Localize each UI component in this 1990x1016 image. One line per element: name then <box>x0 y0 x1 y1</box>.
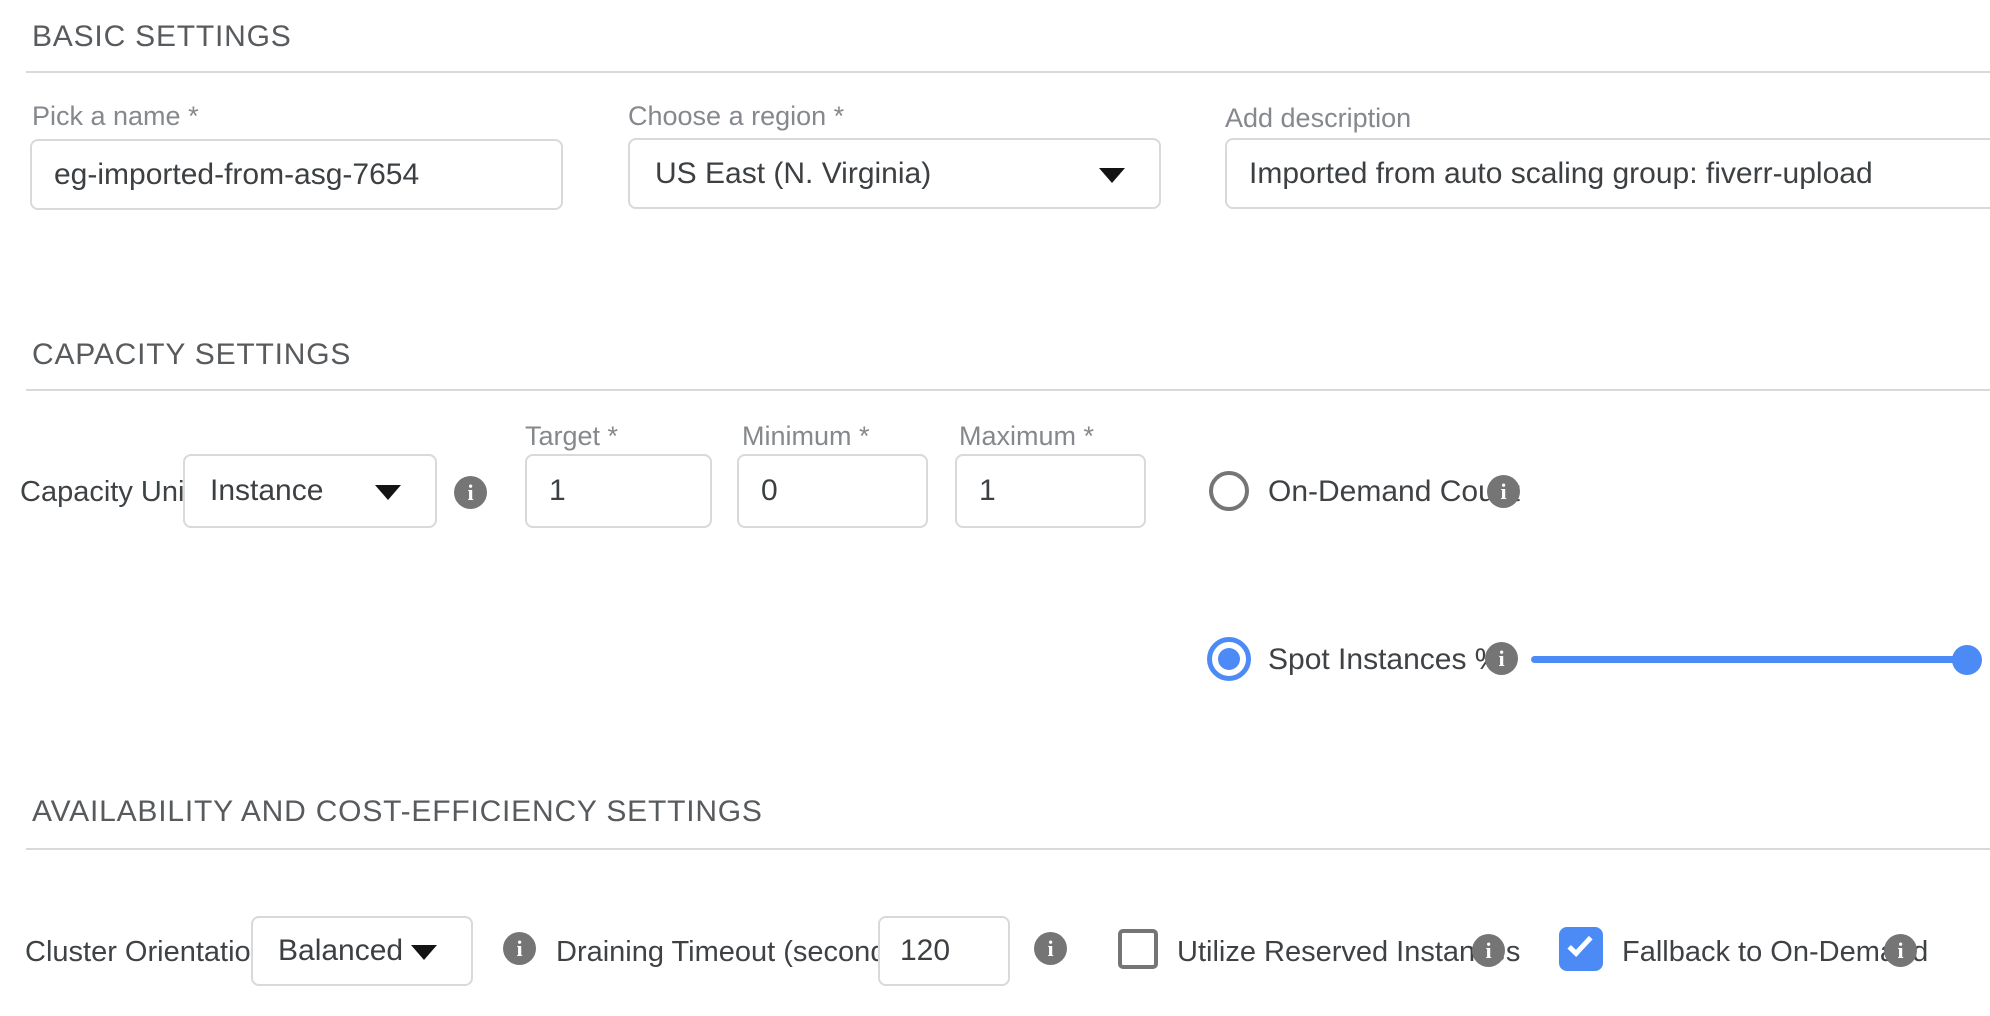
utilize-reserved-instances-checkbox[interactable] <box>1118 929 1158 969</box>
capacity-settings-divider <box>26 389 1990 391</box>
description-input[interactable] <box>1225 138 1990 209</box>
region-select-value: US East (N. Virginia) <box>630 157 931 191</box>
capacity-settings-title: CAPACITY SETTINGS <box>32 338 351 372</box>
target-field-label: Target * <box>525 421 618 452</box>
on-demand-info-icon[interactable]: i <box>1487 475 1520 508</box>
chevron-down-icon <box>1099 168 1125 183</box>
checkmark-icon <box>1567 931 1592 957</box>
capacity-unit-select-value: Instance <box>185 474 323 508</box>
cluster-orientation-label: Cluster Orientation <box>25 936 267 968</box>
radio-dot <box>1218 648 1240 670</box>
draining-timeout-info-icon[interactable]: i <box>1034 932 1067 965</box>
settings-form: BASIC SETTINGS Pick a name * Choose a re… <box>0 0 1990 1016</box>
minimum-field-label: Minimum * <box>742 421 870 452</box>
minimum-input[interactable] <box>737 454 928 528</box>
capacity-unit-select[interactable]: Instance <box>183 454 437 528</box>
region-field-label: Choose a region * <box>628 101 844 132</box>
chevron-down-icon <box>411 945 437 960</box>
draining-timeout-label: Draining Timeout (seconds) <box>556 936 911 968</box>
basic-settings-title: BASIC SETTINGS <box>32 20 292 54</box>
cluster-orientation-info-icon[interactable]: i <box>503 932 536 965</box>
utilize-reserved-instances-label: Utilize Reserved Instances <box>1177 936 1520 968</box>
basic-settings-divider <box>26 71 1990 73</box>
fallback-to-on-demand-label: Fallback to On-Demand <box>1622 936 1928 968</box>
spot-percentage-slider-thumb[interactable] <box>1952 645 1982 675</box>
spot-instances-radio[interactable] <box>1207 637 1251 681</box>
target-input[interactable] <box>525 454 712 528</box>
capacity-unit-label: Capacity Unit <box>20 476 192 508</box>
spot-instances-label: Spot Instances % <box>1268 644 1501 676</box>
spot-percentage-slider-track[interactable] <box>1531 656 1968 663</box>
availability-settings-divider <box>26 848 1990 850</box>
spot-instances-info-icon[interactable]: i <box>1485 642 1518 675</box>
draining-timeout-input[interactable] <box>878 916 1010 986</box>
on-demand-count-radio[interactable] <box>1209 471 1249 511</box>
fallback-to-on-demand-checkbox[interactable] <box>1559 927 1603 971</box>
on-demand-count-label: On-Demand Count <box>1268 476 1520 508</box>
maximum-field-label: Maximum * <box>959 421 1094 452</box>
name-field-label: Pick a name * <box>32 101 199 132</box>
capacity-unit-info-icon[interactable]: i <box>454 476 487 509</box>
maximum-input[interactable] <box>955 454 1146 528</box>
chevron-down-icon <box>375 485 401 500</box>
availability-settings-title: AVAILABILITY AND COST-EFFICIENCY SETTING… <box>32 795 763 829</box>
region-select[interactable]: US East (N. Virginia) <box>628 138 1161 209</box>
cluster-orientation-select[interactable]: Balanced <box>251 916 473 986</box>
name-input[interactable] <box>30 139 563 210</box>
description-field-label: Add description <box>1225 103 1411 134</box>
fallback-info-icon[interactable]: i <box>1884 934 1917 967</box>
utilize-reserved-info-icon[interactable]: i <box>1472 934 1505 967</box>
cluster-orientation-select-value: Balanced <box>253 934 403 968</box>
